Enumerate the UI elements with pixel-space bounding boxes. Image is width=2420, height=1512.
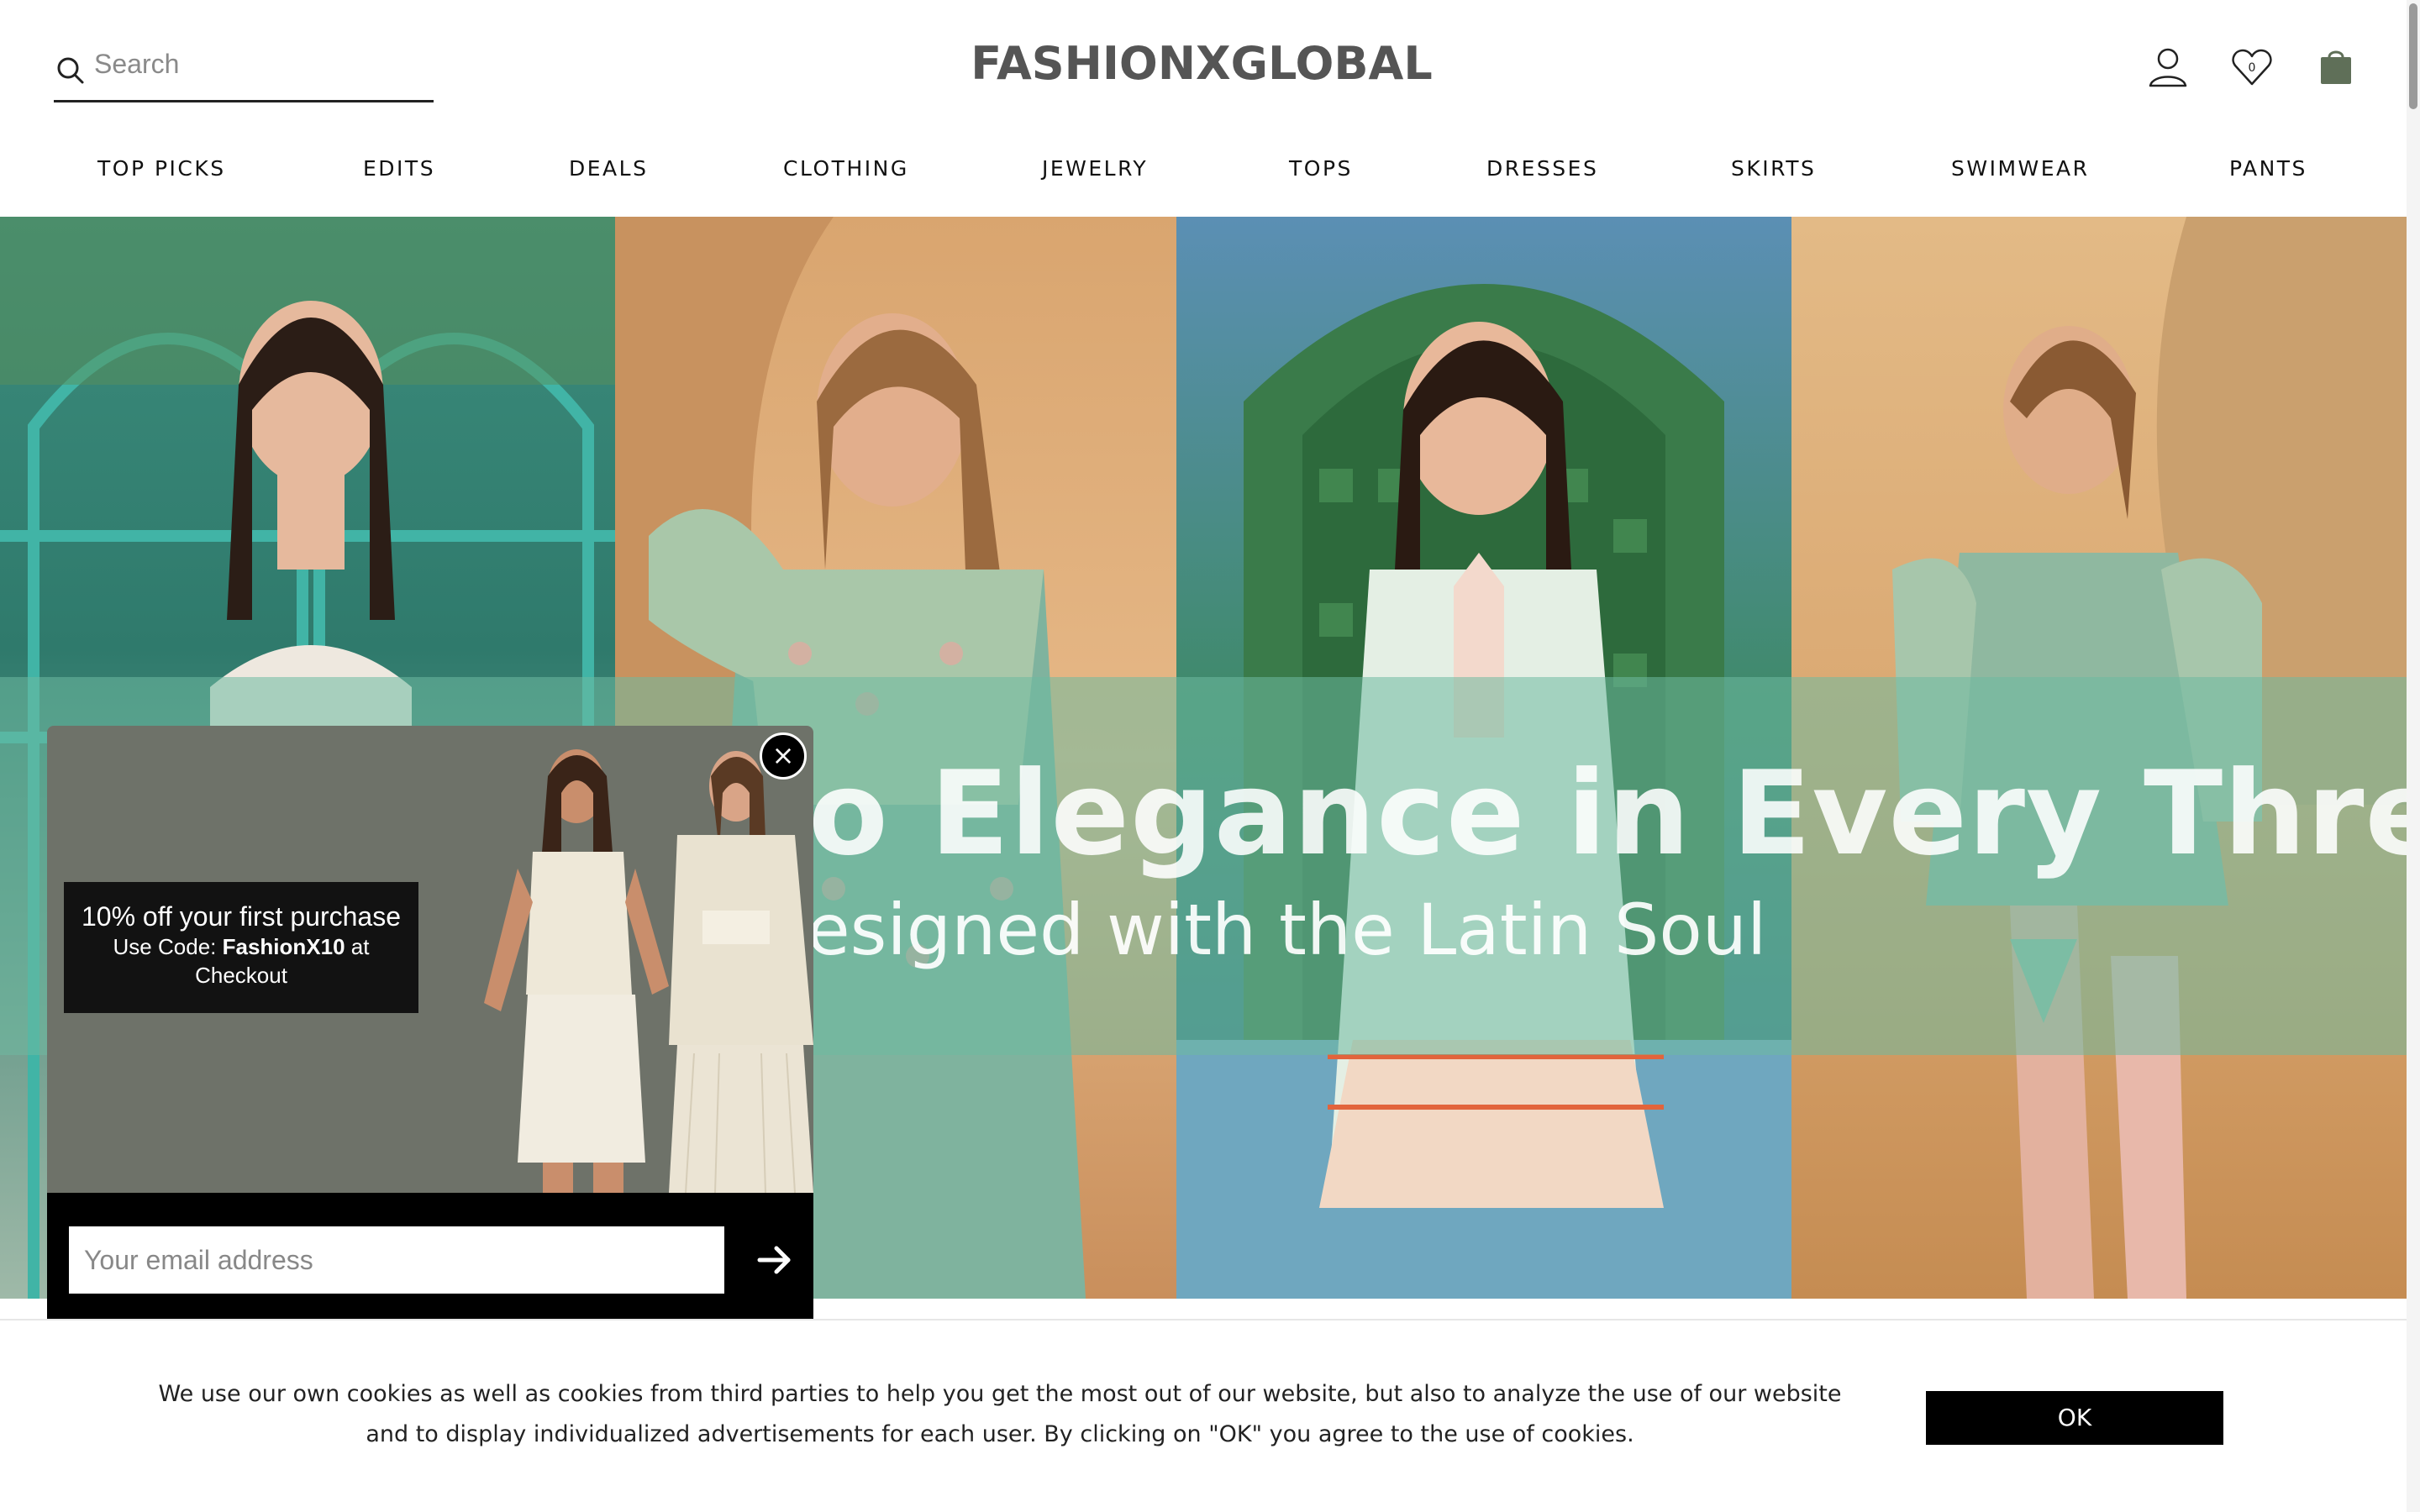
email-field[interactable] [69, 1226, 724, 1294]
email-signup-bar [47, 1193, 813, 1319]
nav-item-skirts[interactable]: SKIRTS [1731, 156, 1816, 181]
page-scrollbar[interactable] [2407, 0, 2420, 1512]
hero-subtitle: esigned with the Latin Soul [807, 889, 1767, 971]
promo-checkout-line: Checkout [195, 963, 287, 988]
site-logo[interactable]: FASHIONXGLOBAL [950, 37, 1454, 90]
nav-item-top-picks[interactable]: TOP PICKS [97, 156, 226, 181]
promo-box: 10% off your first purchase Use Code: Fa… [64, 882, 418, 1013]
newsletter-popup: 10% off your first purchase Use Code: Fa… [47, 726, 813, 1319]
promo-headline: 10% off your first purchase [81, 901, 402, 932]
close-icon[interactable]: × [760, 732, 807, 780]
account-icon[interactable] [2144, 44, 2191, 91]
nav-item-tops[interactable]: TOPS [1289, 156, 1353, 181]
promo-code-line: Use Code: FashionX10 at [113, 934, 370, 959]
nav-item-edits[interactable]: EDITS [363, 156, 435, 181]
nav-item-clothing[interactable]: CLOTHING [783, 156, 909, 181]
email-field-wrapper [69, 1226, 724, 1294]
nav-item-jewelry[interactable]: JEWELRY [1042, 156, 1148, 181]
wishlist-icon[interactable]: 0 [2228, 44, 2275, 91]
wishlist-count: 0 [2249, 61, 2256, 75]
popup-image: 10% off your first purchase Use Code: Fa… [47, 726, 813, 1193]
main-navigation: TOP PICKS EDITS DEALS CLOTHING JEWELRY T… [0, 156, 2407, 195]
nav-item-deals[interactable]: DEALS [569, 156, 648, 181]
cart-icon[interactable] [2312, 44, 2360, 91]
scrollbar-thumb[interactable] [2409, 3, 2417, 109]
search-bar[interactable]: Search [54, 42, 434, 102]
cookie-ok-button[interactable]: OK [1926, 1391, 2223, 1445]
cookie-banner: We use our own cookies as well as cookie… [0, 1319, 2407, 1512]
site-header: Search FASHIONXGLOBAL 0 TOP PICKS EDITS … [0, 0, 2407, 217]
promo-code: FashionX10 [222, 934, 345, 959]
search-icon[interactable] [54, 54, 87, 87]
cookie-message: We use our own cookies as well as cookie… [158, 1381, 1842, 1447]
nav-item-pants[interactable]: PANTS [2229, 156, 2307, 181]
hero-title: o Elegance in Every Thread [808, 746, 2407, 881]
arrow-right-icon[interactable] [755, 1240, 795, 1280]
nav-item-dresses[interactable]: DRESSES [1486, 156, 1598, 181]
search-input[interactable]: Search [94, 49, 179, 80]
nav-item-swimwear[interactable]: SWIMWEAR [1951, 156, 2090, 181]
